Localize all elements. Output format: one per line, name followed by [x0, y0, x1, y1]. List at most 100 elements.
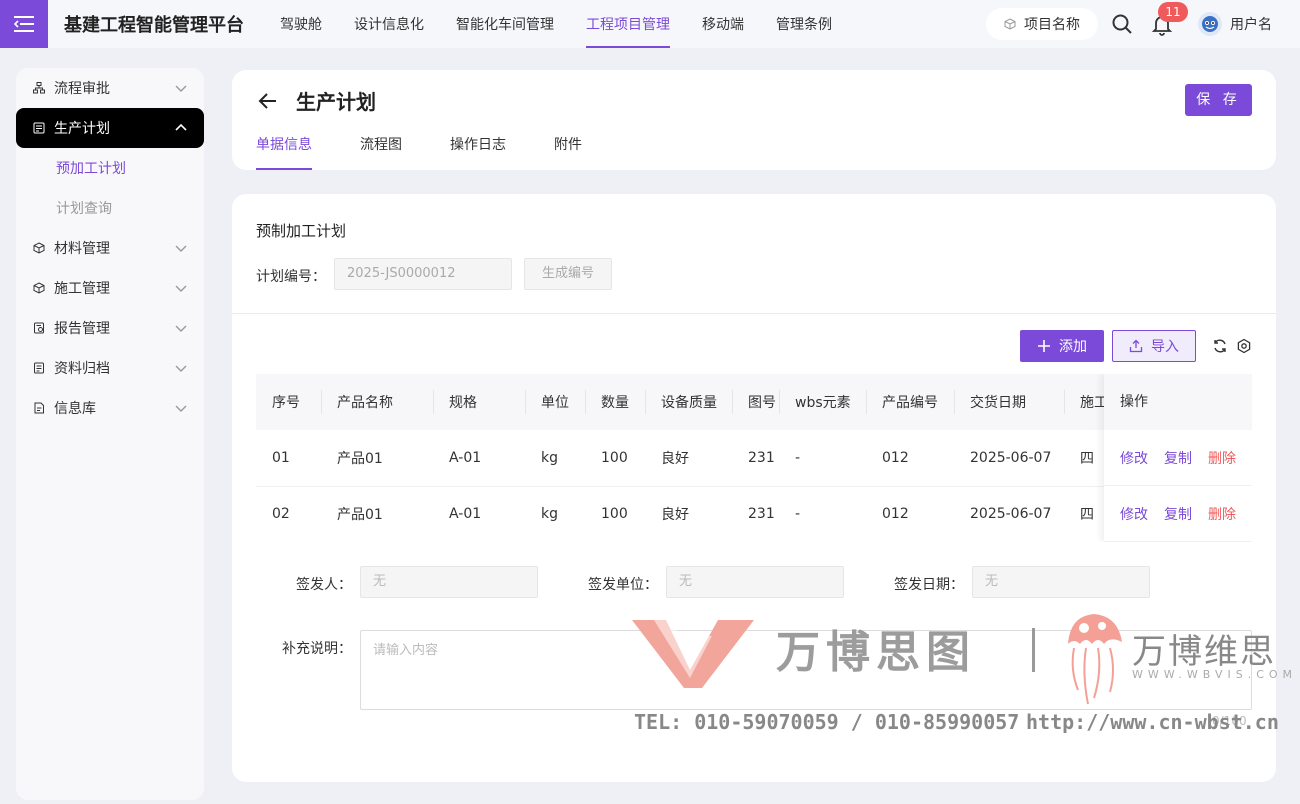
- tab-bar: 单据信息 流程图 操作日志 附件: [256, 134, 582, 170]
- add-button[interactable]: 添加: [1020, 330, 1104, 362]
- sidebar-item-label: 材料管理: [54, 241, 110, 257]
- table-cell: 2025-06-07: [954, 486, 1064, 542]
- save-button[interactable]: 保 存: [1185, 84, 1252, 116]
- tab-operation-log[interactable]: 操作日志: [450, 134, 506, 170]
- col-header: 数量: [585, 374, 645, 430]
- nav-dashboard[interactable]: 驾驶舱: [264, 0, 338, 48]
- notification-badge: 11: [1158, 2, 1188, 22]
- tab-attachments[interactable]: 附件: [554, 134, 582, 170]
- chevron-down-icon: [175, 245, 187, 252]
- copy-link[interactable]: 复制: [1164, 504, 1192, 524]
- menu-icon: [14, 16, 34, 32]
- project-selector[interactable]: 项目名称: [986, 8, 1098, 40]
- box-icon: [32, 241, 46, 255]
- table-cell: 02: [256, 486, 321, 542]
- note-textarea[interactable]: 请输入内容: [360, 630, 1252, 710]
- sidebar-subitem-plan-query[interactable]: 计划查询: [16, 188, 204, 228]
- sidebar-subitem-preprocess-plan[interactable]: 预加工计划: [16, 148, 204, 188]
- table-cell: 01: [256, 430, 321, 487]
- upload-icon: [1129, 339, 1143, 353]
- nav-design[interactable]: 设计信息化: [338, 0, 440, 48]
- table-cell: 良好: [645, 486, 732, 542]
- chevron-down-icon: [175, 325, 187, 332]
- col-header: 交货日期: [954, 374, 1064, 430]
- tab-document-info[interactable]: 单据信息: [256, 134, 312, 170]
- box-icon: [32, 281, 46, 295]
- plan-icon: [32, 121, 46, 135]
- page-header: 生产计划 保 存 单据信息 流程图 操作日志 附件: [232, 70, 1276, 170]
- archive-icon: [32, 361, 46, 375]
- copy-link[interactable]: 复制: [1164, 448, 1192, 468]
- delete-link[interactable]: 删除: [1208, 448, 1236, 468]
- add-label: 添加: [1059, 339, 1087, 355]
- table-cell: 产品01: [321, 486, 433, 542]
- table-cell: 良好: [645, 430, 732, 487]
- main-form-card: 预制加工计划 计划编号： 2025-JS0000012 生成编号 添加 导入 序…: [232, 194, 1276, 782]
- table-row: 01 产品01 A-01 kg 100 良好 231 - 012 2025-06…: [256, 430, 1252, 487]
- tab-flowchart[interactable]: 流程图: [360, 134, 402, 170]
- plus-icon: [1038, 340, 1050, 352]
- signer-label: 签发人：: [296, 577, 352, 593]
- col-header: 设备质量: [645, 374, 732, 430]
- nav-regulations[interactable]: 管理条例: [760, 0, 848, 48]
- sidebar-item-label: 流程审批: [54, 81, 110, 97]
- back-arrow-icon[interactable]: [256, 89, 280, 113]
- divider: [232, 313, 1276, 314]
- sidebar-item-label: 生产计划: [54, 121, 110, 137]
- note-label: 补充说明：: [282, 641, 352, 657]
- sidebar-item-label: 信息库: [54, 401, 96, 417]
- delete-link[interactable]: 删除: [1208, 504, 1236, 524]
- chevron-down-icon: [175, 285, 187, 292]
- col-header: wbs元素: [779, 374, 866, 430]
- col-header: 规格: [433, 374, 525, 430]
- edit-link[interactable]: 修改: [1120, 448, 1148, 468]
- table-cell: 100: [585, 430, 645, 487]
- menu-toggle-button[interactable]: [0, 0, 48, 48]
- table-cell: 012: [866, 486, 954, 542]
- nav-mobile[interactable]: 移动端: [686, 0, 760, 48]
- nav-workshop[interactable]: 智能化车间管理: [440, 0, 570, 48]
- sidebar-item-label: 报告管理: [54, 321, 110, 337]
- issue-date-field[interactable]: 无: [972, 566, 1150, 598]
- table-header-row: 序号 产品名称 规格 单位 数量 设备质量 图号 wbs元素 产品编号 交货日期…: [256, 374, 1252, 430]
- sidebar-item-label: 资料归档: [54, 361, 110, 377]
- sidebar-item-archive[interactable]: 资料归档: [16, 348, 204, 388]
- signer-field[interactable]: 无: [360, 566, 538, 598]
- table-cell: -: [779, 430, 866, 487]
- project-name: 项目名称: [1024, 17, 1080, 33]
- edit-link[interactable]: 修改: [1120, 504, 1148, 524]
- char-counter: 0/100: [1212, 714, 1247, 728]
- chevron-down-icon: [175, 365, 187, 372]
- issuing-unit-field[interactable]: 无: [666, 566, 844, 598]
- table-cell: kg: [525, 430, 585, 487]
- document-icon: [32, 401, 46, 415]
- ops-header: 操作: [1104, 374, 1252, 430]
- plan-number-field[interactable]: 2025-JS0000012: [334, 258, 512, 290]
- col-header: 序号: [256, 374, 321, 430]
- products-table: 序号 产品名称 规格 单位 数量 设备质量 图号 wbs元素 产品编号 交货日期…: [256, 374, 1252, 542]
- report-icon: [32, 321, 46, 335]
- sidebar-item-info-library[interactable]: 信息库: [16, 388, 204, 428]
- sidebar-item-materials[interactable]: 材料管理: [16, 228, 204, 268]
- sidebar: 流程审批 生产计划 预加工计划 计划查询 材料管理 施工管理 报告管理 资料归档…: [16, 68, 204, 800]
- page-title: 生产计划: [296, 90, 376, 114]
- operations-column: 操作 修改 复制 删除 修改 复制 删除: [1104, 374, 1252, 542]
- username: 用户名: [1230, 17, 1272, 33]
- col-header: 产品名称: [321, 374, 433, 430]
- sidebar-item-construction[interactable]: 施工管理: [16, 268, 204, 308]
- flow-icon: [32, 81, 46, 95]
- settings-icon[interactable]: [1236, 338, 1252, 354]
- sidebar-item-production-plan[interactable]: 生产计划: [16, 108, 204, 148]
- sidebar-item-label: 施工管理: [54, 281, 110, 297]
- import-button[interactable]: 导入: [1112, 330, 1196, 362]
- chevron-down-icon: [175, 85, 187, 92]
- sidebar-item-reports[interactable]: 报告管理: [16, 308, 204, 348]
- generate-number-button[interactable]: 生成编号: [524, 258, 612, 290]
- nav-project-management[interactable]: 工程项目管理: [570, 0, 686, 48]
- sidebar-item-approval[interactable]: 流程审批: [16, 68, 204, 108]
- table-cell: 231: [732, 430, 779, 487]
- user-menu[interactable]: 用户名: [1198, 12, 1272, 36]
- refresh-icon[interactable]: [1212, 338, 1228, 354]
- table-cell: kg: [525, 486, 585, 542]
- search-icon[interactable]: [1110, 12, 1134, 36]
